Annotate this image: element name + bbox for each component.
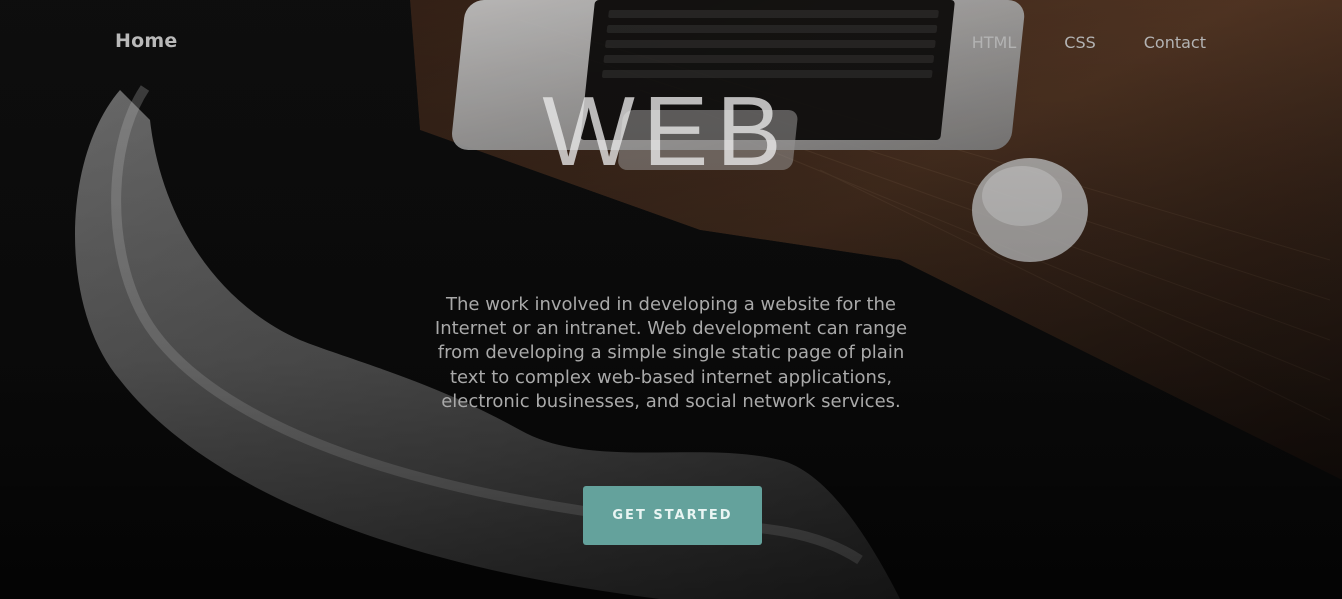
hero-section: Home HTML CSS Contact WEB DEVELOPMENT Th… [0, 0, 1342, 599]
nav-link-html[interactable]: HTML [972, 33, 1017, 52]
get-started-button[interactable]: GET STARTED [583, 486, 762, 545]
nav-link-css[interactable]: CSS [1064, 33, 1095, 52]
nav-home-link[interactable]: Home [115, 30, 177, 52]
hero-title-web-text: WEB [542, 76, 790, 186]
hero-title-development-text: DEVELOPMENT [220, 179, 1116, 289]
top-navigation: HTML CSS Contact [924, 33, 1206, 52]
hero-title-line-2: DEVELOPMENT [0, 182, 1342, 286]
hero-description: The work involved in developing a websit… [434, 294, 908, 412]
hero-title-line-1: WEB [0, 76, 1342, 186]
nav-link-contact[interactable]: Contact [1144, 33, 1206, 52]
